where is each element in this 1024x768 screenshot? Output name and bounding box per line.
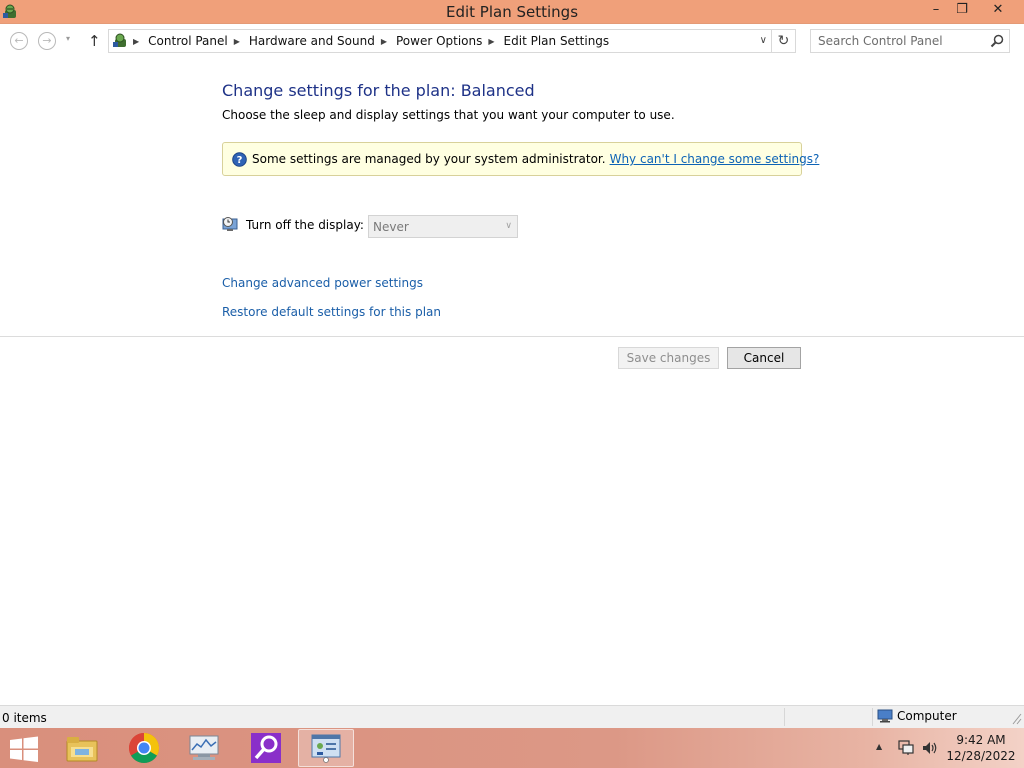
navigation-bar: ← → ▾ ↑ ▶ Control Panel ▶ Hardware and S… bbox=[0, 26, 1024, 56]
show-hidden-icons-button[interactable]: ▲ bbox=[876, 742, 882, 751]
cancel-button[interactable]: Cancel bbox=[727, 347, 801, 369]
breadcrumb-hardware-and-sound[interactable]: Hardware and Sound bbox=[249, 34, 375, 48]
turn-off-display-label: Turn off the display: bbox=[246, 218, 364, 232]
folder-icon bbox=[66, 737, 98, 762]
status-separator bbox=[784, 708, 785, 726]
resize-grip-icon[interactable] bbox=[1012, 712, 1022, 726]
computer-icon bbox=[877, 709, 893, 723]
chrome-taskbar-button[interactable] bbox=[116, 729, 172, 767]
save-changes-button[interactable]: Save changes bbox=[618, 347, 719, 369]
turn-off-display-select[interactable]: Never ∨ bbox=[368, 215, 518, 238]
status-computer-label: Computer bbox=[897, 709, 957, 723]
breadcrumb: ▶ Control Panel ▶ Hardware and Sound ▶ P… bbox=[133, 34, 609, 48]
back-button[interactable]: ← bbox=[10, 32, 28, 50]
control-panel-window-icon bbox=[311, 734, 341, 763]
control-panel-taskbar-button[interactable] bbox=[298, 729, 354, 767]
breadcrumb-power-options[interactable]: Power Options bbox=[396, 34, 482, 48]
refresh-button[interactable]: ↻ bbox=[772, 29, 796, 53]
status-separator bbox=[872, 708, 873, 726]
status-computer: Computer bbox=[877, 709, 957, 723]
divider bbox=[0, 336, 1024, 337]
restore-default-settings-link[interactable]: Restore default settings for this plan bbox=[222, 305, 441, 319]
search-box[interactable] bbox=[810, 29, 1010, 53]
clock-date: 12/28/2022 bbox=[946, 749, 1016, 763]
close-button[interactable]: ✕ bbox=[975, 0, 1021, 20]
main-content: Change settings for the plan: Balanced C… bbox=[0, 56, 1024, 705]
page-subtitle: Choose the sleep and display settings th… bbox=[222, 108, 675, 122]
performance-monitor-taskbar-button[interactable] bbox=[176, 729, 232, 767]
system-clock[interactable]: 9:42 AM 12/28/2022 bbox=[946, 732, 1016, 764]
chrome-icon bbox=[128, 733, 160, 764]
address-dropdown-icon[interactable]: ∨ bbox=[760, 35, 767, 46]
turn-off-display-row: Turn off the display: Never ∨ bbox=[222, 214, 522, 238]
info-message: Some settings are managed by your system… bbox=[252, 152, 819, 166]
performance-monitor-icon bbox=[189, 735, 219, 760]
search-icon[interactable] bbox=[989, 33, 1005, 49]
recent-locations-button[interactable]: ▾ bbox=[66, 34, 70, 43]
file-explorer-taskbar-button[interactable] bbox=[54, 729, 110, 767]
network-icon[interactable] bbox=[897, 740, 915, 756]
breadcrumb-chevron-icon[interactable]: ▶ bbox=[381, 37, 387, 46]
forward-button[interactable]: → bbox=[38, 32, 56, 50]
display-timer-icon bbox=[222, 217, 238, 231]
breadcrumb-chevron-icon[interactable]: ▶ bbox=[488, 37, 494, 46]
breadcrumb-control-panel[interactable]: Control Panel bbox=[148, 34, 228, 48]
restore-button[interactable]: ❐ bbox=[948, 0, 976, 20]
up-button[interactable]: ↑ bbox=[88, 32, 101, 50]
status-item-count: 0 items bbox=[2, 711, 47, 725]
turn-off-display-value: Never bbox=[373, 220, 409, 234]
control-panel-icon bbox=[113, 33, 126, 47]
chevron-down-icon: ∨ bbox=[505, 221, 512, 231]
clock-time: 9:42 AM bbox=[956, 733, 1006, 747]
breadcrumb-chevron-icon[interactable]: ▶ bbox=[234, 37, 240, 46]
minimize-button[interactable]: – bbox=[922, 0, 950, 20]
title-bar[interactable]: Edit Plan Settings – ❐ ✕ bbox=[0, 0, 1024, 24]
status-bar: 0 items Computer bbox=[0, 705, 1024, 728]
why-cant-change-link[interactable]: Why can't I change some settings? bbox=[610, 152, 820, 166]
search-input[interactable] bbox=[818, 31, 988, 51]
volume-icon[interactable] bbox=[921, 740, 939, 756]
windows-start-icon[interactable] bbox=[8, 736, 40, 762]
taskbar: ▲ 9:42 AM 12/28/2022 bbox=[0, 728, 1024, 768]
breadcrumb-chevron-icon[interactable]: ▶ bbox=[133, 37, 139, 46]
breadcrumb-edit-plan-settings[interactable]: Edit Plan Settings bbox=[504, 34, 610, 48]
page-title: Change settings for the plan: Balanced bbox=[222, 81, 535, 100]
help-info-icon: ? bbox=[232, 152, 247, 167]
svg-text:?: ? bbox=[237, 155, 243, 166]
window-title: Edit Plan Settings bbox=[445, 3, 579, 21]
admin-info-bar: ? Some settings are managed by your syst… bbox=[222, 142, 819, 176]
info-text: Some settings are managed by your system… bbox=[252, 152, 606, 166]
change-advanced-power-settings-link[interactable]: Change advanced power settings bbox=[222, 276, 423, 290]
magnifier-app-icon bbox=[251, 733, 281, 763]
address-bar[interactable]: ▶ Control Panel ▶ Hardware and Sound ▶ P… bbox=[108, 29, 772, 53]
search-app-taskbar-button[interactable] bbox=[238, 729, 294, 767]
